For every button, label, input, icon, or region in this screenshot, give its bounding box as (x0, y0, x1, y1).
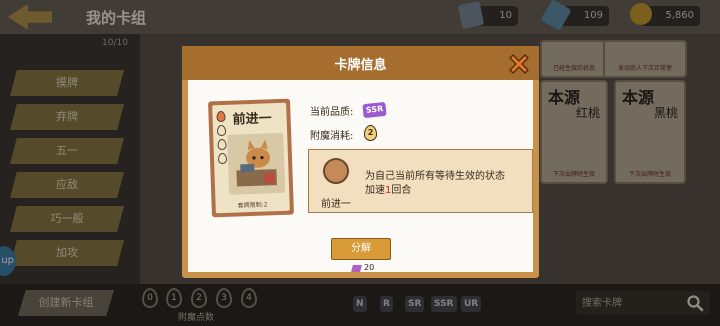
dust-icon (351, 265, 362, 272)
enchant-cost-value: 2 (364, 125, 377, 141)
effect-text: 加速 (365, 185, 385, 196)
decompose-button[interactable]: 分解 (331, 238, 391, 260)
effect-description-line1: 为自己当前所有等待生效的状态 (365, 171, 505, 182)
enchant-slot-empty-icon (216, 124, 227, 137)
enchant-cost-label: 附魔消耗: (310, 131, 354, 142)
card-name: 前进一 (232, 111, 272, 128)
enchant-slot-empty-icon (217, 152, 228, 165)
close-icon[interactable] (506, 51, 532, 77)
effect-description-line2: 加速1回合 (365, 181, 411, 196)
card-face: 前进一 套牌限制:2 (212, 102, 290, 214)
card-preview: 前进一 套牌限制:2 (208, 98, 294, 218)
effect-card-name: 前进一 (321, 199, 351, 210)
card-limit: 套牌限制:2 (237, 201, 268, 210)
quality-label: 当前品质: (310, 107, 354, 118)
enchant-slot-filled-icon (216, 110, 226, 123)
card-effect-box: 为自己当前所有等待生效的状态 加速1回合 前进一 (308, 149, 533, 213)
quality-ssr-badge: SSR (362, 101, 387, 119)
effect-text: 回合 (391, 185, 412, 196)
modal-title: 卡牌信息 (334, 58, 387, 73)
card-art-cat-icon (227, 132, 286, 195)
decompose-gain: 20 (364, 263, 375, 272)
effect-cat-icon (323, 158, 349, 184)
enchant-slot-empty-icon (217, 138, 227, 151)
